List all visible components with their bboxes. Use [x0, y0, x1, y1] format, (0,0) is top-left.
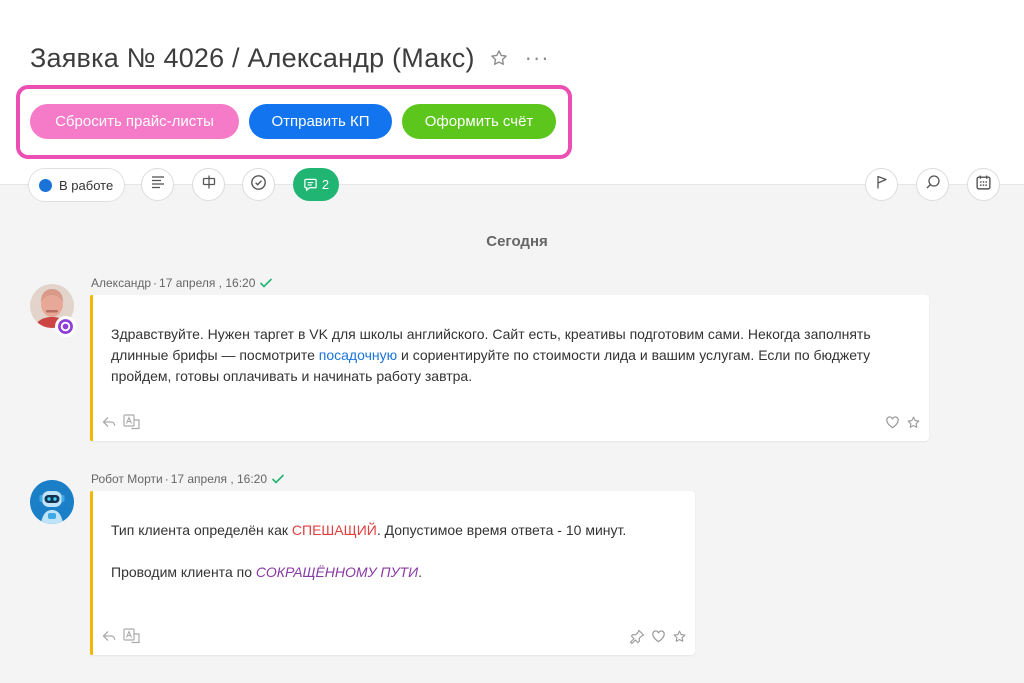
message-time: 17 апреля , 16:20 [159, 276, 256, 290]
message-author[interactable]: Александр [91, 276, 151, 290]
heart-icon[interactable] [885, 415, 900, 435]
title-row: Заявка № 4026 / Александр (Макс) ··· [30, 40, 550, 76]
message-bubble: Здравствуйте. Нужен таргет в VK для школ… [90, 295, 929, 441]
path-type-value: СОКРАЩЁННОМУ ПУТИ [255, 564, 419, 580]
currency-button[interactable] [192, 168, 225, 201]
message-reactions [885, 415, 921, 435]
message-author[interactable]: Робот Морти [91, 472, 163, 486]
search-button[interactable] [916, 168, 949, 201]
message-line-1: Тип клиента определён как СПЕШАЩИЙ. Допу… [111, 520, 691, 541]
message-time: 17 апреля , 16:20 [170, 472, 268, 486]
status-dot [39, 178, 52, 192]
message-text-part: Проводим клиента по [111, 564, 256, 580]
chat-tab[interactable]: 2 [293, 168, 339, 201]
calendar-icon [975, 174, 992, 196]
list-button[interactable] [141, 168, 174, 201]
landing-link[interactable]: посадочную [319, 347, 397, 363]
search-icon [925, 174, 941, 195]
channel-badge [55, 316, 76, 337]
send-offer-button[interactable]: Отправить КП [249, 104, 392, 139]
deal-header: Заявка № 4026 / Александр (Макс) ··· Сбр… [0, 0, 1024, 185]
currency-icon [201, 174, 217, 195]
heart-icon[interactable] [651, 629, 666, 649]
star-icon[interactable] [672, 629, 687, 649]
list-icon [150, 174, 166, 195]
flag-icon [874, 174, 890, 195]
translate-icon[interactable] [123, 414, 141, 435]
message-text-part: . [418, 564, 422, 580]
message-text-part: . Допустимое время ответа - 10 минут. [376, 522, 627, 538]
message-text: Здравствуйте. Нужен таргет в VK для школ… [111, 324, 911, 387]
message-text-part: Тип клиента определён как [111, 522, 292, 538]
client-type-value: СПЕШАЩИЙ [291, 522, 377, 538]
star-icon[interactable] [906, 415, 921, 435]
day-separator: Сегодня [486, 233, 548, 250]
translate-icon[interactable] [123, 628, 141, 649]
message-actions [101, 628, 141, 649]
meta-separator: · [153, 276, 158, 290]
action-buttons-highlight: Сбросить прайс-листы Отправить КП Оформи… [16, 85, 572, 159]
status-selector[interactable]: В работе [28, 168, 125, 202]
make-invoice-button[interactable]: Оформить счёт [402, 104, 556, 139]
reset-price-lists-button[interactable]: Сбросить прайс-листы [30, 104, 239, 139]
reply-icon[interactable] [101, 628, 117, 649]
meta-separator: · [164, 472, 169, 486]
message-bubble: Тип клиента определён как СПЕШАЩИЙ. Допу… [90, 491, 695, 655]
page-title: Заявка № 4026 / Александр (Макс) [30, 42, 475, 73]
messenger-icon [57, 318, 74, 335]
deal-toolbar: В работе 2 [0, 168, 1024, 204]
calendar-button[interactable] [967, 168, 1000, 201]
flag-button[interactable] [865, 168, 898, 201]
message-meta: Робот Морти · 17 апреля , 16:20 [91, 472, 285, 486]
more-menu-icon[interactable]: ··· [525, 47, 550, 69]
check-circle-icon [250, 174, 267, 196]
read-check-icon [259, 278, 273, 288]
chat-count: 2 [321, 177, 330, 192]
pin-icon[interactable] [629, 629, 645, 649]
read-check-icon [271, 474, 285, 484]
task-button[interactable] [242, 168, 275, 201]
message-line-2: Проводим клиента по СОКРАЩЁННОМУ ПУТИ. [111, 562, 691, 583]
message-reactions [629, 629, 687, 649]
message-actions [101, 414, 141, 435]
reply-icon[interactable] [101, 414, 117, 435]
message-meta: Александр · 17 апреля , 16:20 [91, 276, 273, 290]
chat-icon [303, 177, 318, 192]
status-label: В работе [59, 177, 114, 193]
robot-avatar[interactable] [30, 480, 74, 524]
star-icon[interactable] [489, 48, 509, 68]
